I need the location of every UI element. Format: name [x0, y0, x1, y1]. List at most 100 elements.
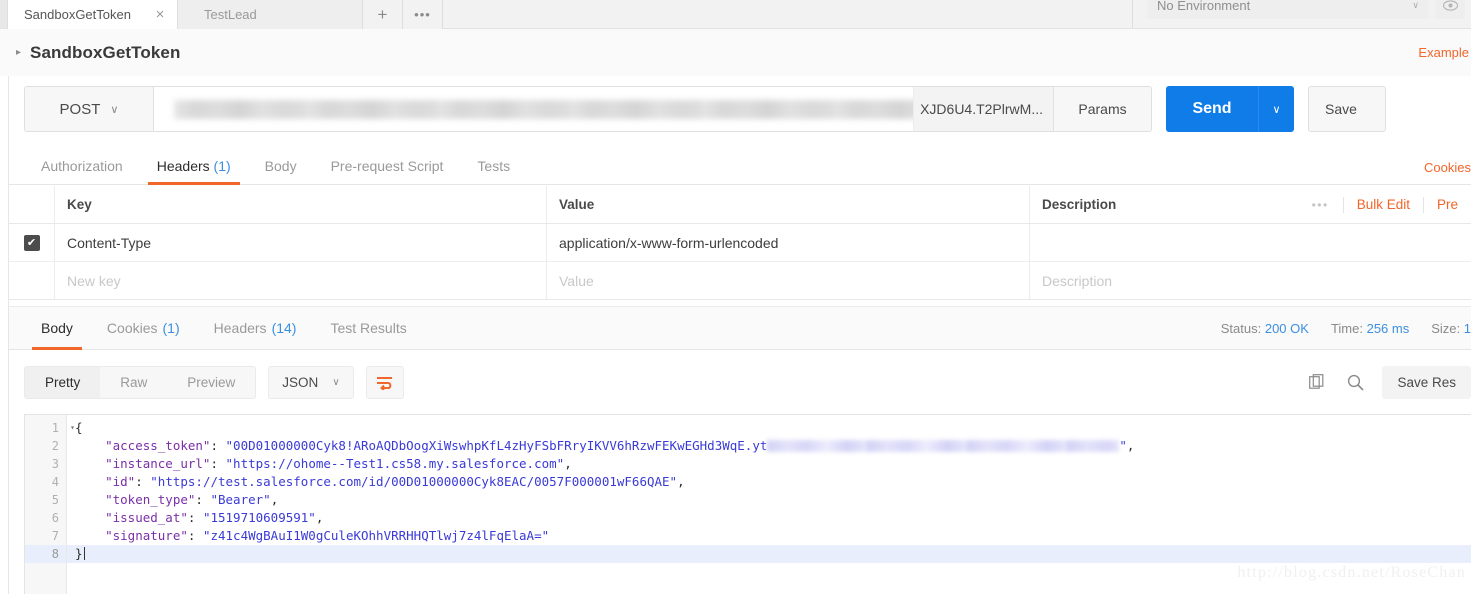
tab-tests[interactable]: Tests	[460, 158, 527, 184]
tab-label: Tests	[477, 158, 511, 174]
presets-link[interactable]: Pre	[1424, 197, 1471, 212]
column-header-value: Value	[547, 186, 1030, 223]
request-tab-testlead[interactable]: TestLead	[178, 0, 363, 29]
tab-body[interactable]: Body	[248, 158, 314, 184]
response-tab-body[interactable]: Body	[24, 306, 90, 350]
save-button[interactable]: Save	[1308, 86, 1386, 132]
editor-code-line: "issued_at": "1519710609591",	[67, 509, 1471, 527]
code-token: "z41c4WgBAuI1W0gCuleKOhhVRRHHQTlwj7z4lFq…	[202, 528, 550, 543]
chevron-right-icon[interactable]: ▸	[16, 47, 21, 58]
send-button[interactable]: Send	[1166, 86, 1258, 132]
header-description-cell[interactable]	[1030, 224, 1471, 261]
copy-icon	[1309, 374, 1324, 389]
code-token: "1519710609591"	[202, 510, 316, 525]
environment-selector[interactable]: No Environment ∨	[1147, 0, 1429, 19]
code-token: "token_type"	[75, 492, 196, 507]
search-response-button[interactable]	[1336, 366, 1374, 399]
format-raw-button[interactable]: Raw	[100, 367, 167, 398]
bulk-edit-link[interactable]: Bulk Edit	[1344, 197, 1423, 212]
tab-pre-request-script[interactable]: Pre-request Script	[314, 158, 461, 184]
url-bar: POST ∨ XJD6U4.T2PlrwM... Params Send ∨ S…	[24, 86, 1386, 132]
url-input[interactable]: XJD6U4.T2PlrwM...	[154, 86, 1054, 132]
tab-label: Body	[41, 320, 73, 336]
column-header-key: Key	[55, 186, 547, 223]
code-token: :	[187, 528, 203, 543]
code-token: :	[135, 474, 151, 489]
editor-line-number: 7	[51, 529, 59, 543]
language-label: JSON	[282, 375, 319, 390]
editor-code-line: "access_token": "00D01000000Cyk8!ARoAQDb…	[67, 437, 1471, 455]
status-badge: Status: 200 OK	[1221, 321, 1309, 336]
response-tab-test-results[interactable]: Test Results	[313, 306, 423, 350]
page-title: SandboxGetToken	[30, 42, 181, 62]
response-body-editor[interactable]: 1 ▾ 2 3 4 5 6 7 8 { "access_token": "00D01000000…	[24, 414, 1471, 594]
code-token: ,	[564, 456, 572, 471]
response-right-tools: Save Res	[1298, 366, 1471, 399]
editor-code-line: {	[67, 419, 1471, 437]
copy-to-clipboard-button[interactable]	[1298, 366, 1336, 399]
word-wrap-toggle[interactable]	[365, 366, 404, 399]
tab-headers[interactable]: Headers (1)	[140, 158, 248, 185]
code-token: "id"	[75, 474, 136, 489]
code-token: :	[195, 492, 211, 507]
environment-selected-label: No Environment	[1157, 0, 1251, 13]
tab-strip-spacer	[443, 0, 1132, 28]
tab-label: Test Results	[330, 320, 407, 336]
response-tab-headers[interactable]: Headers (14)	[197, 306, 314, 350]
tab-authorization[interactable]: Authorization	[24, 158, 140, 184]
environment-quick-look-icon[interactable]	[1435, 0, 1465, 19]
text-cursor	[83, 547, 85, 560]
code-token: ,	[315, 510, 324, 525]
headers-table-actions: ••• Bulk Edit Pre	[1257, 186, 1471, 223]
header-key-cell[interactable]: Content-Type	[55, 224, 547, 261]
code-token: "issued_at"	[75, 510, 188, 525]
request-tab-sandboxgettoken[interactable]: SandboxGetToken ×	[8, 0, 178, 29]
new-description-input[interactable]: Description	[1030, 262, 1471, 299]
format-pretty-button[interactable]: Pretty	[25, 367, 101, 398]
editor-line-number: 6	[51, 511, 59, 525]
editor-code-area[interactable]: { "access_token": "00D01000000Cyk8!ARoAQ…	[67, 415, 1471, 594]
eye-icon	[1442, 0, 1458, 11]
editor-line-number: 5	[51, 493, 59, 507]
search-icon	[1347, 374, 1364, 391]
response-language-selector[interactable]: JSON ∨	[268, 366, 354, 399]
code-token: "instance_url"	[75, 456, 211, 471]
editor-code-line: "token_type": "Bearer",	[67, 491, 1471, 509]
new-value-input[interactable]: Value	[547, 262, 1030, 299]
request-detail-tabs: Authorization Headers (1) Body Pre-reque…	[9, 146, 1471, 185]
code-token: "00D01000000Cyk8!ARoAQDbOogXiWswhpKfL4zH…	[225, 438, 768, 453]
editor-code-line: "id": "https://test.salesforce.com/id/00…	[67, 473, 1471, 491]
more-options-icon[interactable]: •••	[1298, 198, 1343, 212]
code-token: "access_token"	[75, 438, 211, 453]
size-value: 1	[1463, 320, 1471, 336]
status-label: Status:	[1220, 320, 1262, 336]
send-options-chevron-down-icon[interactable]: ∨	[1258, 86, 1294, 132]
tab-options-icon[interactable]: •••	[403, 0, 443, 29]
editor-line-number: 4	[51, 475, 59, 489]
response-status-bar: Status: 200 OK Time: 256 ms Size: 1	[1221, 321, 1471, 336]
response-tab-cookies[interactable]: Cookies (1)	[90, 306, 197, 350]
tab-count: (1)	[162, 320, 180, 336]
table-header-row: Key Value Description ••• Bulk Edit Pre	[9, 186, 1471, 224]
close-icon[interactable]: ×	[153, 7, 167, 22]
header-value-cell[interactable]: application/x-www-form-urlencoded	[547, 224, 1030, 261]
code-token: :	[210, 456, 226, 471]
response-body-toolbar: Pretty Raw Preview JSON ∨ Save Res	[9, 351, 1471, 414]
params-button[interactable]: Params	[1054, 86, 1152, 132]
format-preview-button[interactable]: Preview	[167, 367, 255, 398]
editor-line-number: 3	[51, 457, 59, 471]
save-response-button[interactable]: Save Res	[1382, 366, 1471, 399]
time-label: Time:	[1330, 320, 1363, 336]
editor-line-number: 2	[51, 439, 59, 453]
http-method-selector[interactable]: POST ∨	[24, 86, 154, 132]
new-key-input[interactable]: New key	[55, 262, 547, 299]
editor-code-line: }	[67, 545, 1471, 563]
response-format-group: Pretty Raw Preview	[24, 366, 257, 399]
chevron-down-icon: ∨	[1412, 0, 1419, 10]
new-row-checkbox-cell	[9, 262, 55, 299]
row-checkbox[interactable]: ✔	[23, 234, 40, 251]
code-token: "Bearer"	[210, 492, 271, 507]
examples-link[interactable]: Example	[1418, 29, 1471, 76]
request-cookies-link[interactable]: Cookies	[1424, 160, 1471, 175]
new-tab-button[interactable]: +	[363, 0, 403, 29]
